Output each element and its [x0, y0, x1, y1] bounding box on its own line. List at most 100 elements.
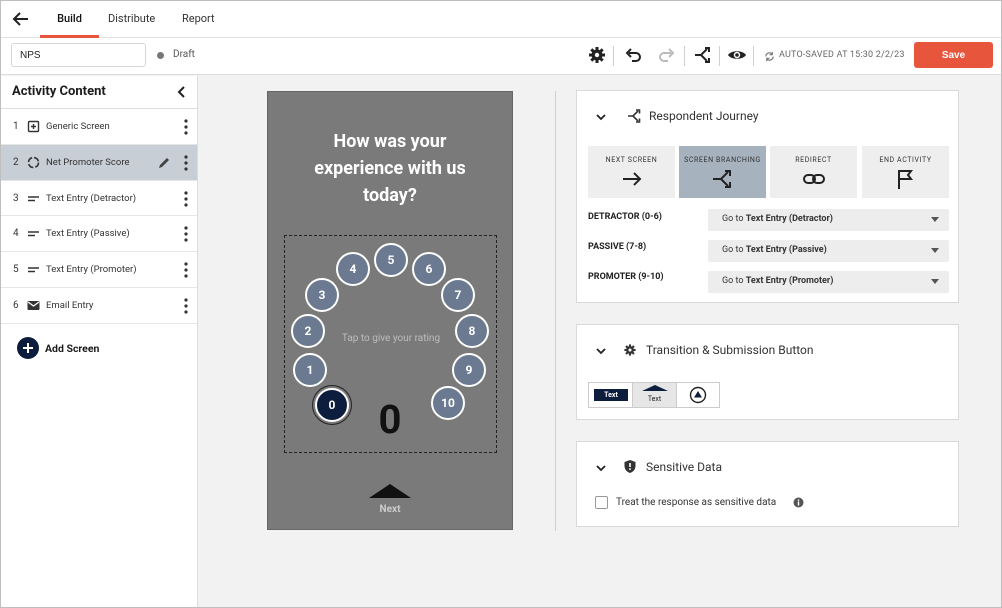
text-badge: Text [594, 389, 628, 401]
status-dot [157, 52, 164, 59]
style-option-icon[interactable] [677, 383, 719, 407]
toolbar: Draft AUTO-SAVED AT 15:30 2/2/23 Save [1, 38, 1001, 75]
nps-option-5[interactable]: 5 [374, 243, 408, 277]
tab-build[interactable]: Build [40, 1, 99, 38]
chevron-down-icon[interactable] [595, 111, 607, 123]
route-redirect[interactable]: REDIRECT [770, 146, 857, 198]
gear-icon[interactable] [587, 45, 607, 65]
status-text: Draft [173, 49, 195, 60]
route-screen-branching[interactable]: SCREEN BRANCHING [679, 146, 766, 198]
nps-option-0[interactable]: 0 [315, 388, 349, 422]
respondent-journey-panel: Respondent Journey NEXT SCREEN SCREEN BR… [576, 90, 959, 303]
question-text: How was your experience with us today? [314, 131, 466, 206]
text-entry-icon [28, 231, 39, 237]
text-entry-icon [28, 267, 39, 273]
nps-option-1[interactable]: 1 [293, 353, 327, 387]
button-style-group: Text Text [588, 382, 720, 408]
sidebar-item-label: Text Entry (Promoter) [46, 264, 137, 276]
kebab-menu-icon[interactable] [184, 119, 188, 135]
kebab-menu-icon[interactable] [184, 155, 188, 171]
route-next-screen[interactable]: NEXT SCREEN [588, 146, 675, 198]
route-end-activity[interactable]: END ACTIVITY [862, 146, 949, 198]
branching-icon[interactable] [693, 45, 713, 65]
branch-select-promoter[interactable]: Go to Text Entry (Promoter) [708, 271, 949, 293]
screen-number: 6 [13, 299, 19, 311]
sidebar-item-generic-screen[interactable]: 1 Generic Screen [1, 109, 197, 145]
branch-label-passive: PASSIVE (7-8) [588, 242, 647, 252]
branch-select-value: Go to Text Entry (Detractor) [722, 214, 833, 224]
nps-icon [27, 156, 40, 169]
route-label: END ACTIVITY [879, 156, 932, 164]
screen-number: 5 [13, 264, 19, 276]
nps-option-7[interactable]: 7 [441, 278, 475, 312]
transition-panel: Transition & Submission Button Text Text [576, 324, 959, 420]
add-circle [17, 337, 39, 359]
caret-down-icon [931, 248, 939, 253]
kebab-menu-icon[interactable] [184, 190, 188, 207]
route-label: REDIRECT [795, 156, 832, 164]
activity-name-input[interactable] [11, 43, 146, 67]
tab-report[interactable]: Report [182, 1, 215, 38]
sidebar-item-text-entry-passive[interactable]: 4 Text Entry (Passive) [1, 216, 197, 253]
sensitive-data-checkbox[interactable] [595, 496, 608, 509]
nps-option-10[interactable]: 10 [431, 386, 465, 420]
nps-option-9[interactable]: 9 [452, 353, 486, 387]
chevron-down-icon[interactable] [595, 345, 607, 357]
caret-down-icon [931, 217, 939, 222]
flag-icon [898, 170, 913, 189]
kebab-menu-icon[interactable] [184, 262, 188, 278]
top-nav: Build Distribute Report [1, 1, 1001, 38]
branch-select-detractor[interactable]: Go to Text Entry (Detractor) [708, 209, 949, 231]
chevron-down-icon[interactable] [595, 462, 607, 474]
kebab-menu-icon[interactable] [184, 226, 188, 242]
sensitive-data-panel: Sensitive Data Treat the response as sen… [576, 441, 959, 527]
info-icon[interactable] [793, 497, 804, 508]
panel-title: Respondent Journey [649, 109, 759, 123]
screen-number: 2 [13, 156, 19, 168]
next-arrow-icon[interactable] [369, 484, 411, 498]
nps-option-8[interactable]: 8 [455, 314, 489, 348]
sidebar-item-email-entry[interactable]: 6 Email Entry [1, 288, 197, 324]
style-option-arrow-text[interactable]: Text [632, 383, 677, 407]
undo-icon[interactable] [623, 45, 643, 65]
nps-option-4[interactable]: 4 [336, 252, 370, 286]
pencil-icon[interactable] [157, 156, 171, 170]
sidebar: Activity Content 1 Generic Screen 2 Net … [1, 76, 198, 607]
sidebar-item-label: Generic Screen [46, 121, 110, 132]
add-screen-label: Add Screen [45, 342, 100, 355]
selected-value: 0 [378, 396, 402, 443]
dial-hint: Tap to give your rating [341, 333, 441, 344]
panel-title: Transition & Submission Button [646, 343, 814, 357]
eye-icon[interactable] [727, 45, 747, 65]
tab-distribute[interactable]: Distribute [108, 1, 155, 38]
save-button[interactable]: Save [914, 42, 993, 68]
arrow-right-icon [623, 172, 642, 186]
next-label[interactable]: Next [268, 504, 512, 515]
nps-dial: 0 1 2 3 4 5 6 7 8 9 10 Tap to give your … [284, 235, 497, 453]
sidebar-item-text-entry-promoter[interactable]: 5 Text Entry (Promoter) [1, 252, 197, 288]
link-icon [803, 174, 825, 184]
nps-option-3[interactable]: 3 [305, 278, 339, 312]
branch-select-passive[interactable]: Go to Text Entry (Passive) [708, 240, 949, 262]
redo-icon[interactable] [657, 45, 677, 65]
chevron-left-icon[interactable] [175, 85, 189, 99]
nps-option-6[interactable]: 6 [412, 252, 446, 286]
gear-icon [624, 344, 636, 356]
style-option-text[interactable]: Text [589, 383, 632, 407]
back-arrow-icon[interactable] [11, 9, 31, 29]
email-icon [27, 300, 40, 310]
toolbar-divider [719, 46, 720, 66]
route-label: SCREEN BRANCHING [684, 156, 761, 164]
kebab-menu-icon[interactable] [184, 298, 188, 314]
sidebar-item-label: Email Entry [46, 299, 94, 311]
sidebar-item-text-entry-detractor[interactable]: 3 Text Entry (Detractor) [1, 181, 197, 217]
shield-icon [624, 460, 636, 473]
toolbar-divider [613, 46, 614, 66]
nps-option-2[interactable]: 2 [291, 314, 325, 348]
sidebar-item-net-promoter-score[interactable]: 2 Net Promoter Score [1, 144, 197, 181]
plus-icon [23, 343, 33, 353]
option-label: Text [647, 395, 662, 403]
branch-select-value: Go to Text Entry (Passive) [722, 245, 827, 255]
toolbar-divider [684, 46, 685, 66]
branching-icon [713, 170, 731, 188]
